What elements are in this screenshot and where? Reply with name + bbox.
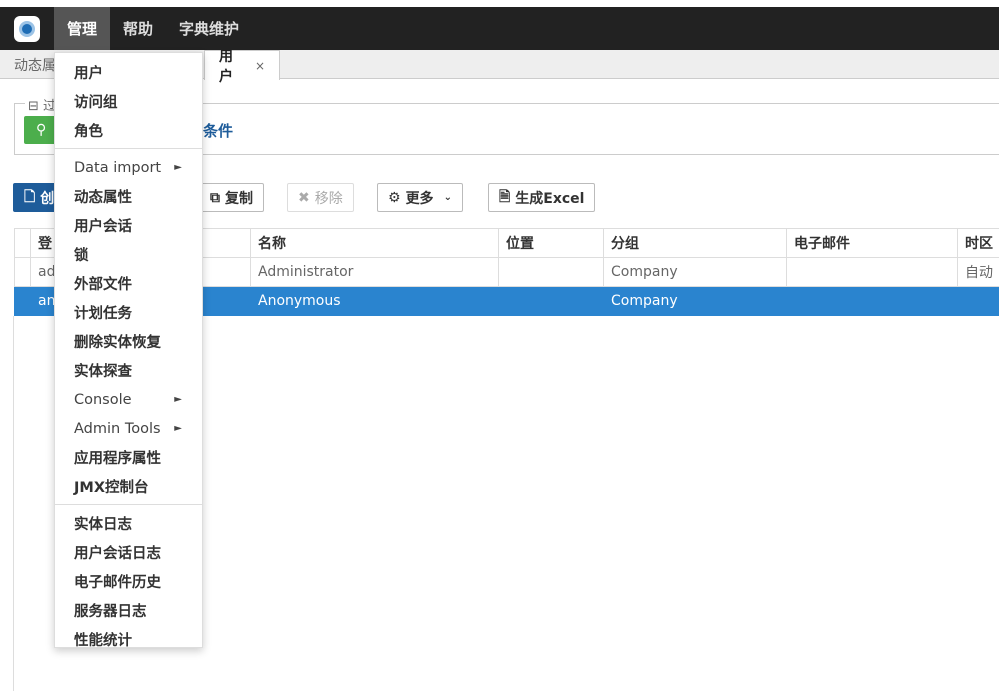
cell-name: Administrator (250, 257, 499, 287)
menu-item[interactable]: 计划任务 (55, 298, 202, 327)
menu-item[interactable]: 删除实体恢复 (55, 327, 202, 356)
menu-item-label: JMX控制台 (74, 480, 149, 496)
menu-item-label: 访问组 (74, 95, 118, 111)
menu-item[interactable]: Admin Tools ► (55, 414, 202, 443)
menu-item[interactable]: 服务器日志 (55, 596, 202, 625)
header-name[interactable]: 名称 (250, 228, 499, 258)
select-column[interactable] (14, 228, 31, 258)
cell-timezone: 自动 (957, 257, 999, 287)
menu-item[interactable]: 外部文件 (55, 269, 202, 298)
menu-item-label: 用户会话 (74, 219, 132, 235)
menu-item[interactable]: 性能统计 (55, 625, 202, 654)
admin-dropdown-menu: 用户访问组角色 Data import ► 动态属性用户会话锁外部文件计划任务删除实体… (54, 52, 203, 649)
file-icon: 🗋 (24, 188, 36, 205)
row-select[interactable] (14, 286, 31, 316)
menu-separator (55, 148, 202, 149)
copy-label: 复制 (225, 190, 253, 207)
menu-item-label: 外部文件 (74, 277, 132, 293)
tab-users[interactable]: 用户 × (204, 49, 280, 85)
menu-item-label: Console (74, 391, 132, 408)
row-select[interactable] (14, 257, 31, 287)
menu-help[interactable]: 帮助 (110, 7, 166, 50)
menu-item-label: 性能统计 (74, 633, 132, 649)
tab-label: 用户 (219, 48, 233, 85)
x-icon: ✖ (298, 189, 310, 206)
menu-item[interactable]: 用户会话 (55, 211, 202, 240)
menu-item[interactable]: 访问组 (55, 87, 202, 116)
menu-item-label: Data import (74, 159, 162, 176)
cell-position (498, 286, 604, 316)
submenu-arrow-icon: ► (174, 162, 182, 173)
cell-email (786, 257, 958, 287)
menu-item-label: Admin Tools (74, 420, 161, 437)
menu-item[interactable]: 用户 (55, 58, 202, 87)
create-label: 创 (40, 190, 55, 207)
table-border (13, 316, 14, 691)
menu-item[interactable]: Console ► (55, 385, 202, 414)
menu-item[interactable]: 应用程序属性 (55, 443, 202, 472)
menu-item-label: 应用程序属性 (74, 451, 161, 467)
excel-icon: 🗎 (499, 188, 511, 205)
more-button[interactable]: ⚙ 更多 ⌄ (377, 183, 463, 212)
menu-item[interactable]: 锁 (55, 240, 202, 269)
close-icon[interactable]: × (255, 59, 265, 73)
cell-timezone (957, 286, 999, 316)
menu-item[interactable]: 动态属性 (55, 182, 202, 211)
menu-item-label: 用户会话日志 (74, 546, 161, 562)
top-menu-bar: 管理 帮助 字典维护 (0, 7, 999, 50)
excel-button[interactable]: 🗎 生成Excel (488, 183, 596, 212)
menu-item-label: 动态属性 (74, 190, 132, 206)
submenu-arrow-icon: ► (174, 423, 182, 434)
more-label: 更多 (405, 190, 434, 207)
cell-email (786, 286, 958, 316)
header-email[interactable]: 电子邮件 (786, 228, 958, 258)
copy-button[interactable]: ⧉ 复制 (199, 183, 264, 212)
cell-name: Anonymous (250, 286, 499, 316)
header-group[interactable]: 分组 (603, 228, 787, 258)
app-logo[interactable] (14, 15, 40, 42)
menu-item-label: 计划任务 (74, 306, 132, 322)
add-condition-link[interactable]: 条件 (203, 120, 233, 141)
menu-item-label: 锁 (74, 248, 89, 264)
menu-item[interactable]: JMX控制台 (55, 472, 202, 501)
menu-item-label: 实体日志 (74, 517, 132, 533)
menu-item[interactable]: 电子邮件历史 (55, 567, 202, 596)
chevron-down-icon: ⌄ (443, 192, 452, 203)
menu-admin[interactable]: 管理 (54, 7, 111, 50)
menu-item-label: 实体探查 (74, 364, 132, 380)
header-timezone[interactable]: 时区 (957, 228, 999, 258)
menu-item[interactable]: Data import ► (55, 153, 202, 182)
header-position[interactable]: 位置 (498, 228, 604, 258)
submenu-arrow-icon: ► (174, 394, 182, 405)
menu-separator (55, 504, 202, 505)
cell-group: Company (603, 286, 787, 316)
cell-position (498, 257, 604, 287)
cell-group: Company (603, 257, 787, 287)
menu-item-label: 服务器日志 (74, 604, 147, 620)
menu-dictionary[interactable]: 字典维护 (166, 7, 252, 50)
remove-label: 移除 (314, 190, 343, 207)
menu-item-label: 角色 (74, 124, 103, 140)
menu-item[interactable]: 实体日志 (55, 509, 202, 538)
search-icon: ⚲ (36, 122, 47, 138)
menu-item-label: 用户 (74, 66, 103, 82)
menu-item[interactable]: 实体探查 (55, 356, 202, 385)
gear-icon: ⚙ (388, 189, 401, 206)
excel-label: 生成Excel (515, 190, 585, 207)
menu-item-label: 电子邮件历史 (74, 575, 161, 591)
menu-item[interactable]: 用户会话日志 (55, 538, 202, 567)
remove-button[interactable]: ✖ 移除 (287, 183, 354, 212)
menu-item[interactable]: 角色 (55, 116, 202, 145)
menu-item-label: 删除实体恢复 (74, 335, 161, 351)
copy-icon: ⧉ (210, 189, 220, 206)
